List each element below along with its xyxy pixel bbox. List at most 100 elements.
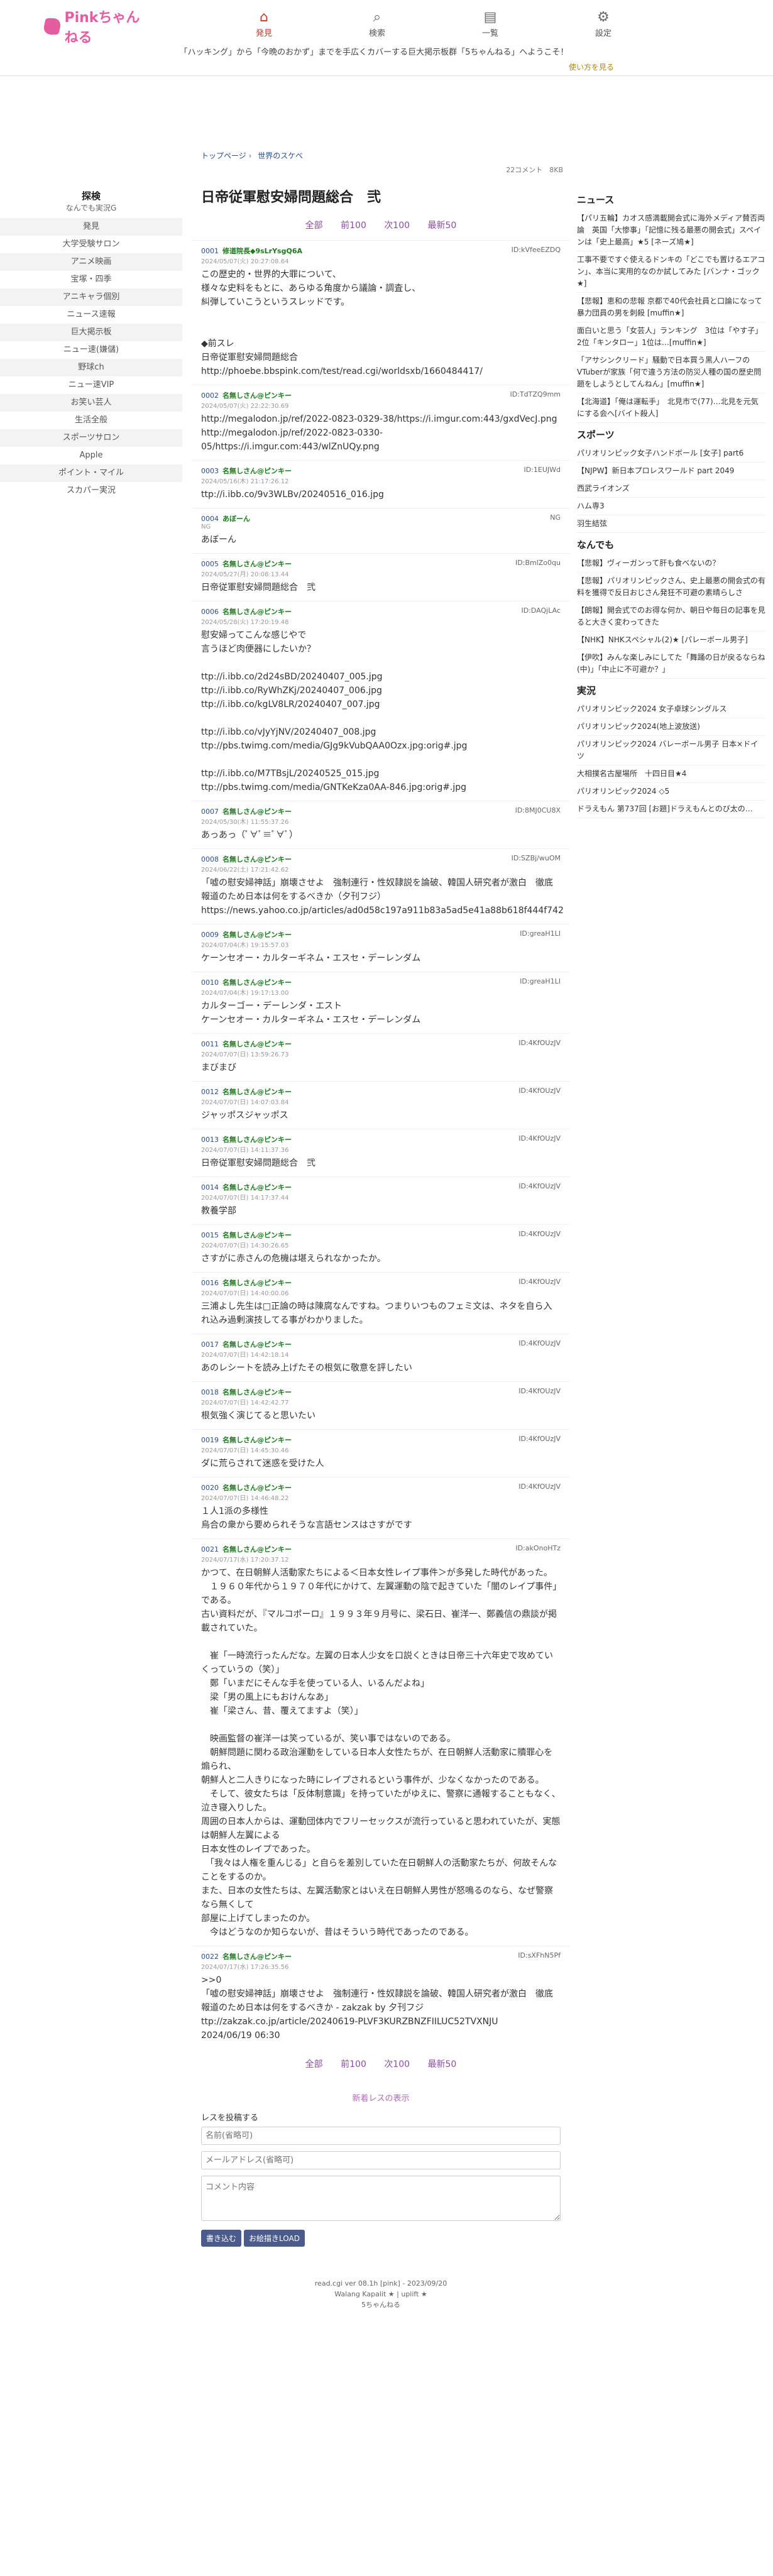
post-number[interactable]: 0016 (201, 1279, 219, 1287)
post-id[interactable]: ID:greaH1LI (520, 929, 561, 940)
post-number[interactable]: 0012 (201, 1088, 219, 1096)
post-number[interactable]: 0002 (201, 392, 219, 400)
live-item[interactable]: パリオリンピック2024 ◇5 (577, 783, 765, 801)
email-field[interactable] (201, 2151, 561, 2169)
sidebar-item[interactable]: ポイント・マイル (0, 464, 182, 482)
post-id[interactable]: ID:4KfOUzJV (518, 1483, 561, 1493)
nandemo-item[interactable]: 【悲報】ヴィーガンって肝も食べないの？ (577, 555, 765, 573)
post-id[interactable]: ID:BmlZo0qu (515, 559, 561, 569)
post-number[interactable]: 0001 (201, 247, 219, 255)
sidebar-subtitle[interactable]: なんでも実況G (0, 202, 182, 213)
post-id[interactable]: ID:4KfOUzJV (518, 1339, 561, 1349)
post-id[interactable]: ID:akOnoHTz (515, 1544, 561, 1554)
sports-item[interactable]: 【NJPW】新日本プロレスワールド part 2049 (577, 463, 765, 480)
pager-prev[interactable]: 前100 (341, 221, 366, 231)
pager-all[interactable]: 全部 (305, 2059, 323, 2069)
post-id[interactable]: ID:sXFhN5Pf (518, 1951, 561, 1961)
sports-item[interactable]: ハム専3 (577, 498, 765, 515)
post-number[interactable]: 0017 (201, 1340, 219, 1349)
footer-brand[interactable]: 5ちゃんねる (192, 2299, 569, 2310)
post-number[interactable]: 0014 (201, 1183, 219, 1192)
post-id[interactable]: ID:DAQjLAc (521, 606, 561, 617)
live-item[interactable]: パリオリンピック2024(地上波放送) (577, 718, 765, 736)
sports-item[interactable]: 西武ライオンズ (577, 480, 765, 498)
sports-item[interactable]: パリオリンピック女子ハンドボール [女子] part6 (577, 445, 765, 463)
post-number[interactable]: 0015 (201, 1231, 219, 1239)
sidebar-item[interactable]: お笑い芸人 (0, 394, 182, 412)
nandemo-item[interactable]: 【朗報】開会式でのお得な何か、朝日や毎日の記事を見ると大きく変わってきた (577, 602, 765, 632)
comment-field[interactable] (201, 2176, 561, 2221)
nav-settings[interactable]: ⚙ 設定 (547, 9, 660, 38)
post-number[interactable]: 0018 (201, 1388, 219, 1396)
pager-all[interactable]: 全部 (305, 221, 323, 231)
sidebar-item[interactable]: 野球ch (0, 359, 182, 376)
post-id[interactable]: ID:TdTZQ9mm (510, 390, 561, 400)
post-id[interactable]: ID:SZBj/wuOM (512, 854, 561, 864)
post-id[interactable]: NG (550, 513, 561, 523)
post-number[interactable]: 0009 (201, 931, 219, 939)
sports-item[interactable]: 羽生結弦 (577, 515, 765, 533)
post-number[interactable]: 0022 (201, 1953, 219, 1961)
sidebar-item[interactable]: 大学受験サロン (0, 236, 182, 253)
sidebar-item[interactable]: 生活全般 (0, 412, 182, 429)
sidebar-item[interactable]: ニュース速報 (0, 306, 182, 324)
new-replies-link[interactable]: 新着レスの表示 (201, 2091, 561, 2103)
post-id[interactable]: ID:4KfOUzJV (518, 1230, 561, 1240)
breadcrumb-board[interactable]: 世界のスケベ (258, 151, 303, 160)
draw-button[interactable]: お絵描きLOAD (244, 2230, 305, 2247)
nandemo-item[interactable]: 【NHK】NHKスペシャル(2)★ [パレーボール男子] (577, 632, 765, 649)
post-number[interactable]: 0010 (201, 978, 219, 987)
post-number[interactable]: 0006 (201, 608, 219, 616)
post-number[interactable]: 0021 (201, 1545, 219, 1554)
pager-next[interactable]: 次100 (384, 221, 410, 231)
nav-list[interactable]: ▤ 一覧 (434, 9, 547, 38)
sidebar-item[interactable]: 発見 (0, 218, 182, 236)
news-item[interactable]: 【悲報】恵和の悲報 京都で40代会社員と口論になって暴力団員の男を刺殺 [muf… (577, 293, 765, 322)
post-id[interactable]: ID:4KfOUzJV (518, 1039, 561, 1049)
post-number[interactable]: 0020 (201, 1484, 219, 1492)
post-number[interactable]: 0013 (201, 1136, 219, 1144)
sidebar-item[interactable]: ニュー速(嫌儲) (0, 341, 182, 359)
post-number[interactable]: 0011 (201, 1040, 219, 1048)
nav-discover[interactable]: ⌂ 発見 (207, 9, 321, 38)
nandemo-item[interactable]: 【伊吹】みんな楽しみにしてた「舞踊の日が戻るならね(中)」「中止に不可避か？」 (577, 649, 765, 679)
post-number[interactable]: 0003 (201, 467, 219, 475)
howto-link[interactable]: 使い方を見る (569, 62, 614, 72)
news-item[interactable]: 面白いと思う「女芸人」ランキング 3位は「やす子」2位「キンタロー」1位は…[m… (577, 322, 765, 352)
post-id[interactable]: ID:greaH1LI (520, 977, 561, 987)
post-number[interactable]: 0019 (201, 1436, 219, 1444)
live-item[interactable]: パリオリンピック2024 バレーボール男子 日本×ドイツ (577, 736, 765, 765)
post-id[interactable]: ID:4KfOUzJV (518, 1134, 561, 1144)
news-item[interactable]: 「アサシンクリード」騒動で日本買う黒人ハーフのVTuberが家族「何で違う方法の… (577, 352, 765, 393)
sidebar-item[interactable]: アニキャラ個別 (0, 288, 182, 306)
submit-button[interactable]: 書き込む (201, 2230, 242, 2247)
pager-next[interactable]: 次100 (384, 2059, 410, 2069)
post-number[interactable]: 0007 (201, 808, 219, 816)
nandemo-item[interactable]: 【悲報】パリオリンピックさん、史上最悪の開会式の有料を獲得で反日おじさん発狂不可… (577, 573, 765, 602)
post-id[interactable]: ID:4KfOUzJV (518, 1087, 561, 1097)
post-number[interactable]: 0008 (201, 855, 219, 863)
live-item[interactable]: 大相撲名古屋場所 十四日目★4 (577, 765, 765, 783)
sidebar-item[interactable]: スポーツサロン (0, 429, 182, 447)
sidebar-item[interactable]: アニメ映画 (0, 253, 182, 271)
sidebar-item[interactable]: 巨大掲示板 (0, 324, 182, 341)
name-field[interactable] (201, 2127, 561, 2145)
news-item[interactable]: 工事不要ですぐ使えるドンキの「どこでも置けるエアコン」、本当に実用的なのか試して… (577, 251, 765, 293)
post-id[interactable]: ID:4KfOUzJV (518, 1182, 561, 1192)
pager-latest[interactable]: 最新50 (428, 2059, 457, 2069)
post-id[interactable]: ID:8MJ0CU8X (515, 806, 561, 816)
pager-prev[interactable]: 前100 (341, 2059, 366, 2069)
sidebar-item[interactable]: 宝塚・四季 (0, 271, 182, 288)
news-item[interactable]: 【北海道】「俺は運転手」 北見市で(77)…北見を元気にする会へ[バイト殺人] (577, 393, 765, 423)
site-logo[interactable]: Pinkちゃんねる (42, 10, 145, 46)
post-number[interactable]: 0004 (201, 515, 219, 523)
post-number[interactable]: 0005 (201, 560, 219, 568)
sidebar-item[interactable]: スカパー実況 (0, 482, 182, 500)
news-item[interactable]: 【パリ五輪】カオス感満載開会式に海外メディア賛否両論 英国「大惨事」「記憶に残る… (577, 210, 765, 251)
post-id[interactable]: ID:4KfOUzJV (518, 1387, 561, 1397)
breadcrumb-top[interactable]: トップページ (201, 151, 246, 160)
post-id[interactable]: ID:1EUJWd (524, 466, 561, 476)
nav-search[interactable]: ⌕ 検索 (321, 9, 434, 38)
post-id[interactable]: ID:4KfOUzJV (518, 1435, 561, 1445)
post-id[interactable]: ID:4KfOUzJV (518, 1278, 561, 1288)
